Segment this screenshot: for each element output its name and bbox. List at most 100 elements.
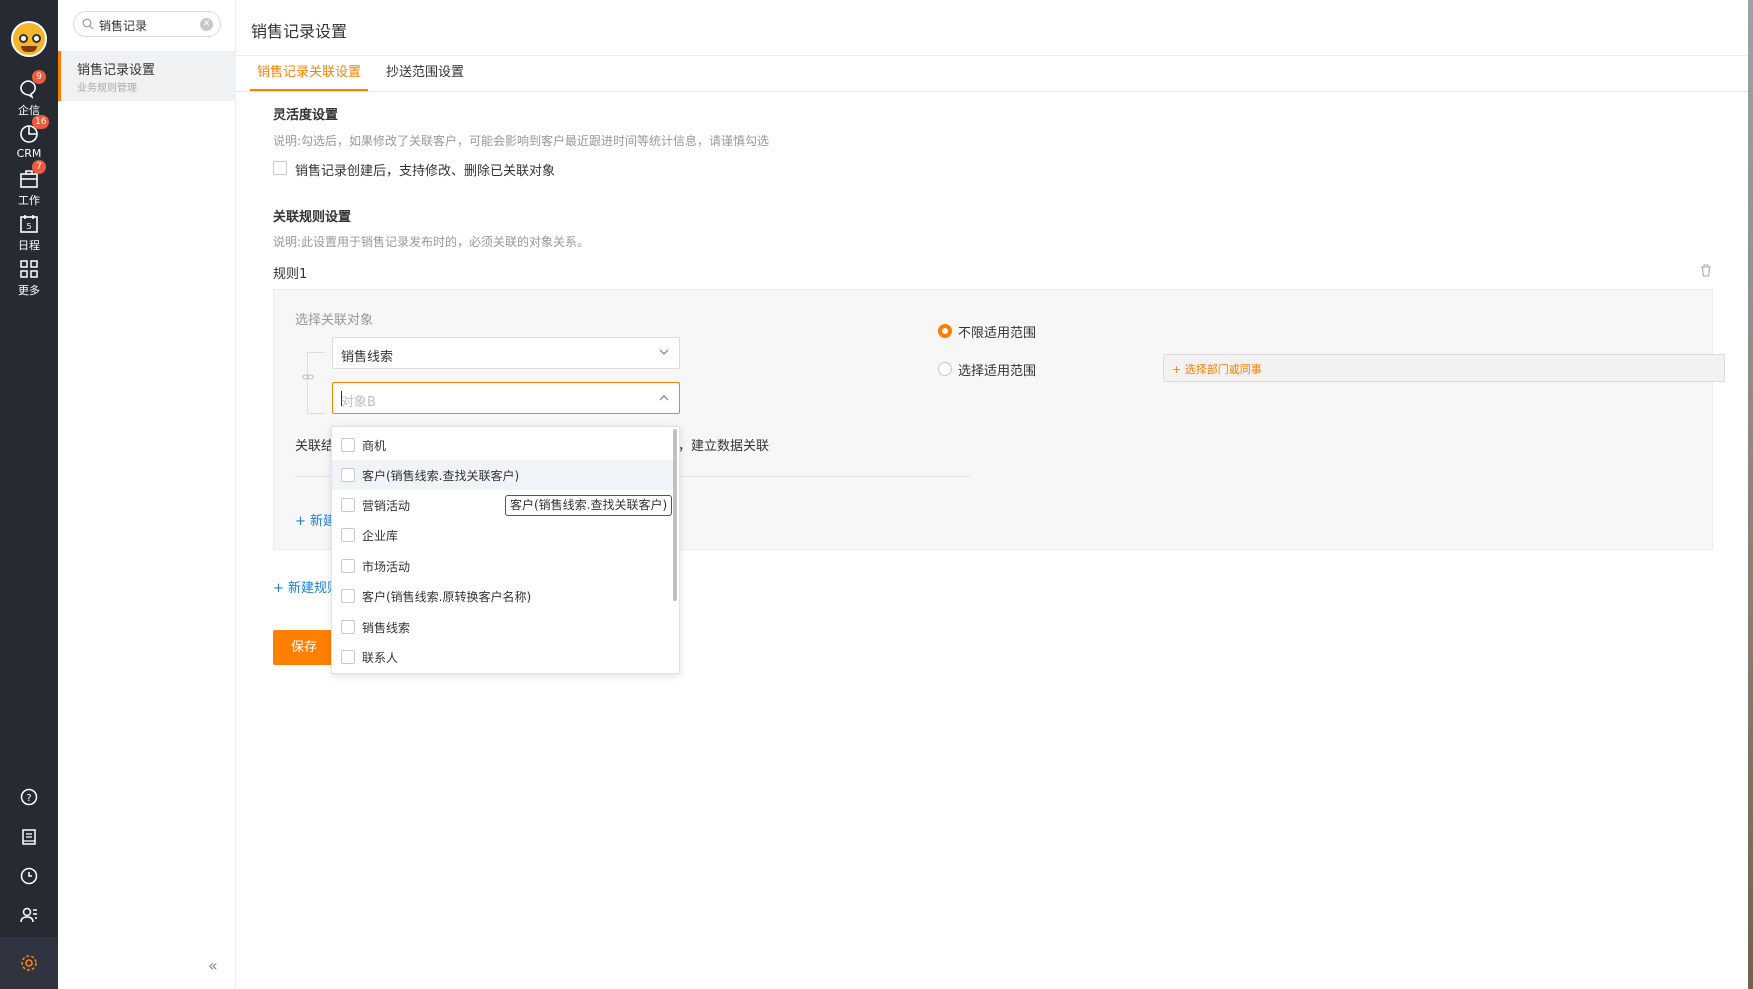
add-rule-link[interactable]: + 新建规则 [273,577,340,596]
sidebar-item-title: 销售记录设置 [77,63,156,78]
history-button[interactable] [0,866,58,886]
option-label: 商机 [362,439,387,453]
tab-sales-record-link[interactable]: 销售记录关联设置 [250,64,369,91]
help-icon: ? [20,788,38,806]
badge-work: 7 [32,160,46,174]
option-checkbox[interactable] [341,650,355,664]
svg-text:?: ? [26,793,31,804]
flex-section-note: 说明:勾选后，如果修改了关联客户，可能会影响到客户最近跟进时间等统计信息，请谨慎… [273,134,770,148]
dropdown-option[interactable]: 客户(销售线索.查找关联客户) [332,460,674,490]
rail-label-more: 更多 [18,284,40,297]
option-checkbox[interactable] [341,498,355,512]
dropdown-option[interactable]: 客户(销售线索.原转换客户名称) [332,581,674,611]
notes-button[interactable] [0,827,58,847]
scope-unlimited-radio[interactable] [938,324,952,338]
object-b-select[interactable]: 对象B [332,382,680,414]
relation-text-suffix: ，建立数据关联 [678,439,770,454]
clock-icon [20,867,38,885]
dropdown-scrollbar[interactable] [673,429,677,601]
search-value: 销售记录 [99,19,148,33]
add-relation-link[interactable]: + 新建 [295,510,336,529]
badge-crm: 16 [32,115,50,129]
page-title: 销售记录设置 [251,22,348,41]
rules-section-note: 说明:此设置用于销售记录发布时的，必须关联的对象关系。 [273,235,590,249]
object-a-value: 销售线索 [341,350,394,365]
scope-unlimited-label: 不限适用范围 [958,326,1037,341]
option-label: 营销活动 [362,499,411,513]
collapse-sidebar-icon[interactable]: « [208,956,218,975]
chain-link-icon [302,374,314,380]
chevron-up-icon [659,395,669,401]
calendar-icon: 5 [20,215,38,233]
settings-button[interactable] [0,937,58,989]
option-tooltip: 客户(销售线索.查找关联客户) [505,495,673,516]
option-label: 客户(销售线索.原转换客户名称) [362,590,532,604]
option-label: 企业库 [362,529,399,543]
search-icon [82,18,94,30]
dropdown-option[interactable]: 联系人 [332,642,674,672]
option-label: 市场活动 [362,560,411,574]
text-caret [341,391,342,406]
option-checkbox[interactable] [341,589,355,603]
option-label: 销售线索 [362,621,411,635]
settings-tabs: 销售记录关联设置 抄送范围设置 [236,56,1748,92]
object-b-dropdown: 商机 客户(销售线索.查找关联客户) 营销活动 企业库 市场活动 客户(销售线索… [331,426,680,674]
select-object-label: 选择关联对象 [295,313,374,328]
rail-label-work: 工作 [18,194,40,207]
rail-item-schedule[interactable]: 5 日程 [0,213,58,253]
rail-item-qixin[interactable]: 9 企信 [0,70,58,118]
user-list-icon [20,907,37,923]
dropdown-option[interactable]: 企业库 [332,520,674,550]
contacts-button[interactable] [0,905,58,925]
option-label: 客户(销售线索.查找关联客户) [362,469,520,483]
sidebar-item-sales-record-settings[interactable]: 销售记录设置 业务规则管理 [58,51,236,101]
delete-rule-icon[interactable] [1700,264,1712,277]
desktop-edge [1748,0,1753,989]
link-bracket [307,352,325,414]
rules-section-title: 关联规则设置 [273,210,352,225]
flex-section-title: 灵活度设置 [273,108,339,123]
object-a-select[interactable]: 销售线索 [332,337,680,369]
logo-eye-right [32,34,41,43]
clear-search-icon[interactable]: ✕ [200,18,213,31]
option-checkbox[interactable] [341,468,355,482]
rail-item-more[interactable]: 更多 [0,258,58,298]
chevron-down-icon [659,349,669,355]
app-logo-avatar[interactable] [11,21,47,57]
save-button[interactable]: 保存 [273,630,335,665]
tab-cc-scope[interactable]: 抄送范围设置 [379,64,471,91]
settings-sidebar: 销售记录 ✕ 销售记录设置 业务规则管理 « [58,0,236,989]
scope-select-radio[interactable] [938,362,952,376]
settings-search-input[interactable]: 销售记录 ✕ [73,11,221,37]
object-b-placeholder: 对象B [341,395,376,410]
allow-edit-checkbox[interactable] [273,161,287,175]
dropdown-option[interactable]: 市场活动 [332,551,674,581]
left-nav-rail: 9 企信 16 CRM 7 工作 5 日程 更多 ? [0,0,58,989]
rail-label-crm: CRM [16,147,42,160]
scope-select-label: 选择适用范围 [958,364,1037,379]
dropdown-option[interactable]: 商机 [332,430,674,460]
scope-picker-placeholder: + 选择部门或同事 [1172,363,1262,376]
sidebar-item-subtitle: 业务规则管理 [77,83,137,94]
rail-item-crm[interactable]: 16 CRM [0,115,58,160]
grid-apps-icon [20,260,38,278]
relation-text-prefix: 关联结 [295,439,335,454]
option-checkbox[interactable] [341,528,355,542]
scope-picker-input[interactable]: + 选择部门或同事 [1163,354,1725,382]
rail-label-schedule: 日程 [18,239,40,252]
option-label: 联系人 [362,651,399,665]
option-checkbox[interactable] [341,438,355,452]
badge-qixin: 9 [32,70,46,84]
allow-edit-label: 销售记录创建后，支持修改、删除已关联对象 [295,164,556,179]
rail-item-work[interactable]: 7 工作 [0,160,58,208]
option-checkbox[interactable] [341,620,355,634]
option-checkbox[interactable] [341,559,355,573]
svg-text:5: 5 [26,222,31,231]
logo-eye-left [19,34,28,43]
gear-icon [21,955,37,971]
notebook-icon [22,829,36,845]
rule-name: 规则1 [273,267,308,282]
logo-mouth [21,46,37,52]
dropdown-option[interactable]: 销售线索 [332,612,674,642]
help-button[interactable]: ? [0,787,58,807]
